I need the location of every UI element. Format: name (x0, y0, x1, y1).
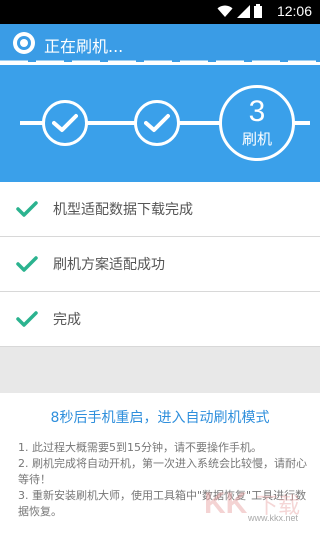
countdown-text: 8秒后手机重启，进入自动刷机模式 (50, 410, 270, 426)
step-2-done (134, 100, 180, 146)
wifi-icon (217, 5, 233, 17)
watermark-url: www.kkx.net (247, 513, 298, 523)
signal-icon (237, 4, 250, 18)
dashed-divider (0, 60, 320, 64)
check-icon (16, 201, 38, 217)
list-item: 刷机方案适配成功 (0, 237, 320, 292)
task-list: 机型适配数据下载完成 刷机方案适配成功 完成 (0, 182, 320, 347)
step-number: 3 (248, 95, 266, 128)
status-time: 12:06 (276, 3, 312, 19)
note-item: 1. 此过程大概需要5到15分钟，请不要操作手机。 (18, 441, 262, 454)
status-bar: 12:06 (0, 0, 320, 24)
check-icon (16, 256, 38, 272)
task-label: 刷机方案适配成功 (53, 257, 165, 273)
svg-text:KK: KK (204, 487, 248, 520)
app-logo-icon (13, 32, 35, 54)
list-item: 完成 (0, 292, 320, 347)
battery-icon (254, 4, 262, 18)
step-label: 刷机 (241, 130, 272, 148)
title-bar: 正在刷机... (0, 24, 320, 62)
list-item: 机型适配数据下载完成 (0, 182, 320, 237)
check-icon (52, 114, 78, 132)
check-icon (16, 311, 38, 327)
task-label: 完成 (53, 312, 81, 328)
task-label: 机型适配数据下载完成 (53, 202, 193, 218)
check-icon (144, 114, 170, 132)
status-icons (217, 4, 262, 18)
step-1-done (42, 100, 88, 146)
steps-progress: 3 刷机 (0, 65, 320, 182)
page-title: 正在刷机... (44, 37, 124, 56)
step-3-current: 3 刷机 (219, 85, 295, 161)
spacer-area (0, 347, 320, 393)
